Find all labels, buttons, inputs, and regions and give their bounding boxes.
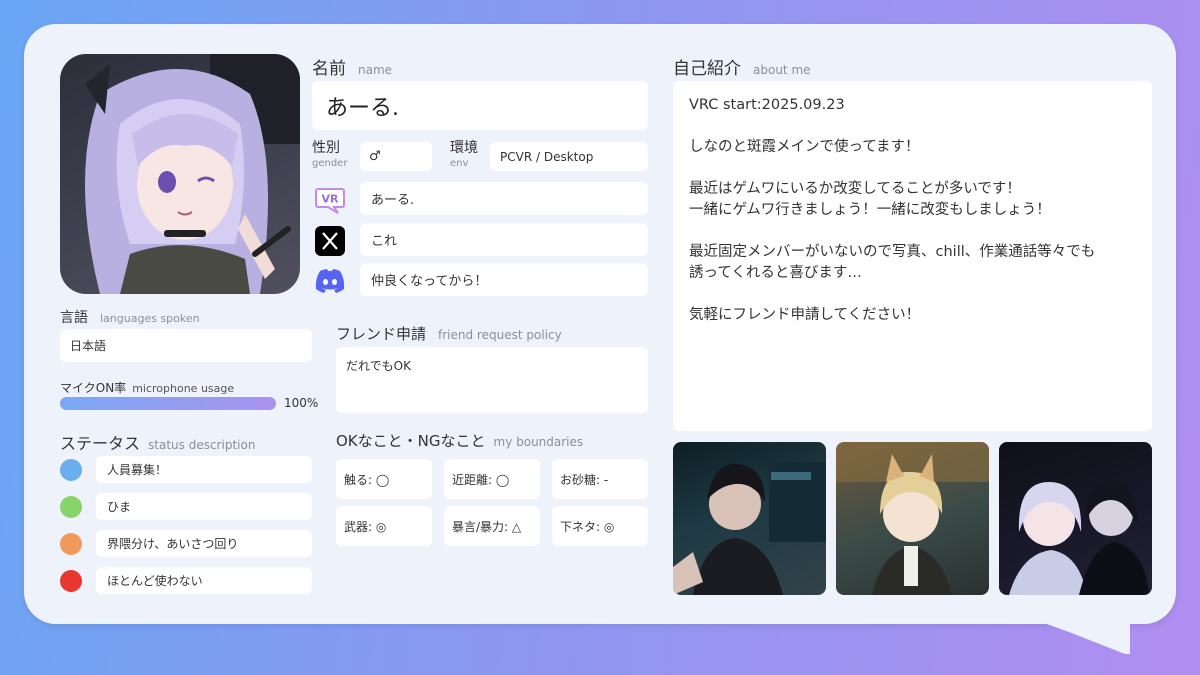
boundary-item: 触る: ◯ (336, 459, 432, 499)
boundary-item-text: 近距離: ◯ (452, 472, 510, 487)
status-dot (60, 570, 82, 592)
gender-value: ♂ (369, 149, 381, 164)
boundary-item-text: 武器: ◎ (344, 519, 387, 534)
x-icon (312, 223, 348, 259)
status-dot (60, 496, 82, 518)
boundaries-label: OKなこと・NGなこと my boundaries (336, 432, 584, 450)
photo-3 (999, 442, 1152, 595)
x-value: これ (371, 234, 398, 249)
status-item: ほとんど使わない (96, 567, 312, 594)
gender-field: ♂ (360, 142, 432, 171)
mic-label: マイクON率 microphone usage (60, 381, 235, 395)
vrchat-icon: VR (312, 182, 348, 218)
boundary-item: お砂糖: - (552, 459, 648, 499)
vrchat-value: あーる. (371, 193, 415, 208)
boundary-item: 近距離: ◯ (444, 459, 540, 499)
name-label: 名前 name (312, 59, 393, 79)
status-item-text: 人員募集！ (107, 463, 168, 477)
boundary-item-text: 暴言/暴力: △ (452, 519, 522, 534)
discord-field: 仲良くなってから！ (360, 263, 648, 296)
about-label: 自己紹介 about me (673, 59, 811, 79)
about-field: VRC start:2025.09.23 しなのと斑霞メインで使ってます！ 最近… (673, 81, 1152, 431)
status-item: 人員募集！ (96, 456, 312, 483)
x-field: これ (360, 223, 648, 256)
status-item-text: ひま (107, 500, 132, 514)
avatar (60, 54, 300, 294)
status-item: ひま (96, 493, 312, 520)
name-value: あーる. (326, 95, 399, 121)
status-item-text: ほとんど使わない (107, 574, 203, 588)
boundary-item-text: 触る: ◯ (344, 472, 390, 487)
boundary-item: 暴言/暴力: △ (444, 506, 540, 546)
env-field: PCVR / Desktop (490, 142, 648, 171)
status-dot (60, 459, 82, 481)
env-value: PCVR / Desktop (500, 149, 594, 164)
status-label: ステータス status description (60, 434, 256, 453)
env-label: 環境 env (450, 140, 478, 170)
name-field: あーる. (312, 81, 648, 130)
about-text: VRC start:2025.09.23 しなのと斑霞メインで使ってます！ 最近… (689, 97, 1096, 323)
boundary-item: 下ネタ: ◎ (552, 506, 648, 546)
boundary-item-text: 下ネタ: ◎ (560, 519, 615, 534)
gender-label: 性別 gender (312, 140, 348, 170)
svg-text:VR: VR (322, 193, 340, 206)
vrchat-field: あーる. (360, 182, 648, 215)
photo-2 (836, 442, 989, 595)
discord-value: 仲良くなってから！ (371, 274, 488, 289)
languages-label: 言語 languages spoken (60, 310, 200, 326)
friend-request-value: だれでもOK (346, 359, 411, 373)
status-dot (60, 533, 82, 555)
languages-field: 日本語 (60, 329, 312, 362)
languages-value: 日本語 (70, 339, 107, 353)
friend-request-label: フレンド申請 friend request policy (336, 325, 562, 343)
mic-usage-fill (60, 397, 276, 410)
friend-request-field: だれでもOK (336, 347, 648, 413)
boundary-item-text: お砂糖: - (560, 472, 609, 487)
status-item-text: 界隈分け、あいさつ回り (107, 537, 239, 551)
status-item: 界隈分け、あいさつ回り (96, 530, 312, 557)
discord-icon (312, 263, 348, 299)
mic-usage-bar (60, 397, 276, 410)
photo-1 (673, 442, 826, 595)
boundary-item: 武器: ◎ (336, 506, 432, 546)
mic-percent: 100% (284, 396, 319, 410)
